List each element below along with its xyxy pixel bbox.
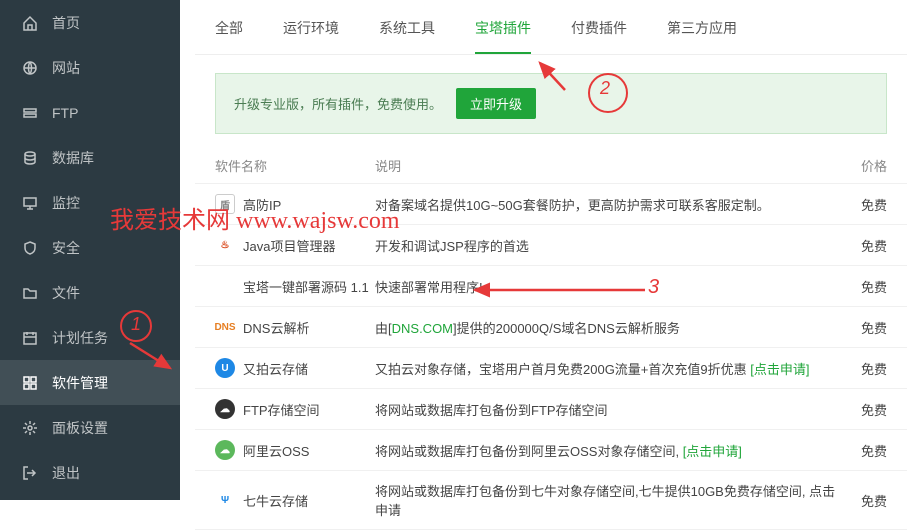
app-price: 免费 (837, 359, 887, 378)
sidebar-item-home[interactable]: 首页 (0, 0, 180, 45)
app-name[interactable]: 七牛云存储 (243, 491, 308, 510)
table-header: 软件名称 说明 价格 (195, 148, 907, 184)
tab[interactable]: 运行环境 (283, 18, 339, 54)
app-desc: 将网站或数据库打包备份到七牛对象存储空间,七牛提供10GB免费存储空间, 点击申… (375, 481, 837, 519)
sidebar-item-label: 文件 (52, 283, 80, 303)
desc-link[interactable]: DNS.COM (392, 321, 453, 336)
app-price: 免费 (837, 441, 887, 460)
sidebar-item-logout[interactable]: 退出 (0, 450, 180, 495)
app-price: 免费 (837, 400, 887, 419)
logout-icon (20, 465, 40, 481)
app-name[interactable]: DNS云解析 (243, 318, 309, 337)
database-icon (20, 150, 40, 166)
app-desc: 开发和调试JSP程序的首选 (375, 236, 837, 255)
desc-link[interactable]: [点击申请] (750, 362, 809, 377)
sidebar-item-label: 退出 (52, 463, 80, 483)
tab[interactable]: 全部 (215, 18, 243, 54)
ftp-icon (20, 105, 40, 121)
table-row: 盾高防IP 对备案域名提供10G~50G套餐防护，更高防护需求可联系客服定制。免费 (195, 184, 907, 225)
app-name[interactable]: FTP存储空间 (243, 400, 320, 419)
sidebar-item-monitor[interactable]: 监控 (0, 180, 180, 225)
tab[interactable]: 付费插件 (571, 18, 627, 54)
sidebar-item-label: FTP (52, 105, 78, 121)
app-icon: ☁ (215, 440, 235, 460)
app-icon: U (215, 358, 235, 378)
sidebar-item-globe[interactable]: 网站 (0, 45, 180, 90)
shield-icon (20, 240, 40, 256)
sidebar-item-label: 数据库 (52, 148, 94, 168)
sidebar-item-grid[interactable]: 软件管理 (0, 360, 180, 405)
app-price: 免费 (837, 491, 887, 510)
settings-icon (20, 420, 40, 436)
app-icon: ♨ (215, 235, 235, 255)
table-row: ♨ Java项目管理器 开发和调试JSP程序的首选免费 (195, 225, 907, 266)
app-name[interactable]: 又拍云存储 (243, 359, 308, 378)
app-name[interactable]: 宝塔一键部署源码 1.1 (243, 277, 369, 296)
grid-icon (20, 375, 40, 391)
table-row: 宝塔一键部署源码 1.1 快速部署常用程序!免费 (195, 266, 907, 307)
header-price: 价格 (837, 156, 887, 175)
app-name[interactable]: 高防IP (243, 195, 281, 214)
app-icon: Ψ (215, 490, 235, 510)
app-price: 免费 (837, 236, 887, 255)
upgrade-banner: 升级专业版，所有插件，免费使用。 立即升级 (215, 73, 887, 134)
sidebar-item-label: 面板设置 (52, 418, 108, 438)
sidebar-item-ftp[interactable]: FTP (0, 90, 180, 135)
app-desc: 又拍云对象存储，宝塔用户首月免费200G流量+首次充值9折优惠 [点击申请] (375, 359, 837, 378)
table-row: ☁ 阿里云OSS 将网站或数据库打包备份到阿里云OSS对象存储空间, [点击申请]免… (195, 430, 907, 471)
sidebar-item-calendar[interactable]: 计划任务 (0, 315, 180, 360)
sidebar-item-label: 首页 (52, 13, 80, 33)
app-name[interactable]: 阿里云OSS (243, 441, 309, 460)
app-desc: 将网站或数据库打包备份到FTP存储空间 (375, 400, 837, 419)
sidebar-item-label: 安全 (52, 238, 80, 258)
tab[interactable]: 系统工具 (379, 18, 435, 54)
app-icon: DNS (215, 317, 235, 337)
tab[interactable]: 宝塔插件 (475, 18, 531, 54)
home-icon (20, 15, 40, 31)
app-icon: ☁ (215, 399, 235, 419)
app-price: 免费 (837, 277, 887, 296)
tab-bar: 全部 运行环境 系统工具 宝塔插件 付费插件 第三方应用 (195, 0, 907, 55)
upgrade-button[interactable]: 立即升级 (456, 88, 536, 119)
sidebar-item-label: 软件管理 (52, 373, 108, 393)
sidebar-item-folder[interactable]: 文件 (0, 270, 180, 315)
globe-icon (20, 60, 40, 76)
app-price: 免费 (837, 318, 887, 337)
app-icon (215, 276, 235, 296)
sidebar-item-label: 计划任务 (52, 328, 108, 348)
table-row: Ψ 七牛云存储 将网站或数据库打包备份到七牛对象存储空间,七牛提供10GB免费存储空… (195, 471, 907, 530)
app-desc: 由[DNS.COM]提供的200000Q/S域名DNS云解析服务 (375, 318, 837, 337)
app-name[interactable]: Java项目管理器 (243, 236, 335, 255)
header-name: 软件名称 (215, 156, 375, 175)
table-row: U 又拍云存储 又拍云对象存储，宝塔用户首月免费200G流量+首次充值9折优惠 [点… (195, 348, 907, 389)
folder-icon (20, 285, 40, 301)
app-desc: 快速部署常用程序! (375, 277, 837, 296)
main-content: 全部 运行环境 系统工具 宝塔插件 付费插件 第三方应用 升级专业版，所有插件，免费使用。… (195, 0, 907, 500)
app-desc: 对备案域名提供10G~50G套餐防护，更高防护需求可联系客服定制。 (375, 195, 837, 214)
table-row: ☁ FTP存储空间 将网站或数据库打包备份到FTP存储空间免费 (195, 389, 907, 430)
sidebar-item-label: 网站 (52, 58, 80, 78)
header-desc: 说明 (375, 156, 837, 175)
app-icon: 盾 (215, 194, 235, 214)
sidebar-item-label: 监控 (52, 193, 80, 213)
sidebar-item-database[interactable]: 数据库 (0, 135, 180, 180)
app-price: 免费 (837, 195, 887, 214)
sidebar-item-shield[interactable]: 安全 (0, 225, 180, 270)
monitor-icon (20, 195, 40, 211)
table-row: DNS DNS云解析 由[DNS.COM]提供的200000Q/S域名DNS云解析服… (195, 307, 907, 348)
software-table: 软件名称 说明 价格 盾高防IP 对备案域名提供10G~50G套餐防护，更高防护需… (195, 148, 907, 530)
banner-text: 升级专业版，所有插件，免费使用。 (234, 94, 442, 113)
app-desc: 将网站或数据库打包备份到阿里云OSS对象存储空间, [点击申请] (375, 441, 837, 460)
calendar-icon (20, 330, 40, 346)
sidebar-item-settings[interactable]: 面板设置 (0, 405, 180, 450)
tab[interactable]: 第三方应用 (667, 18, 737, 54)
sidebar: 首页网站 FTP 数据库监控安全文件计划任务软件管理面板设置退出 (0, 0, 180, 500)
desc-link[interactable]: [点击申请] (683, 444, 742, 459)
